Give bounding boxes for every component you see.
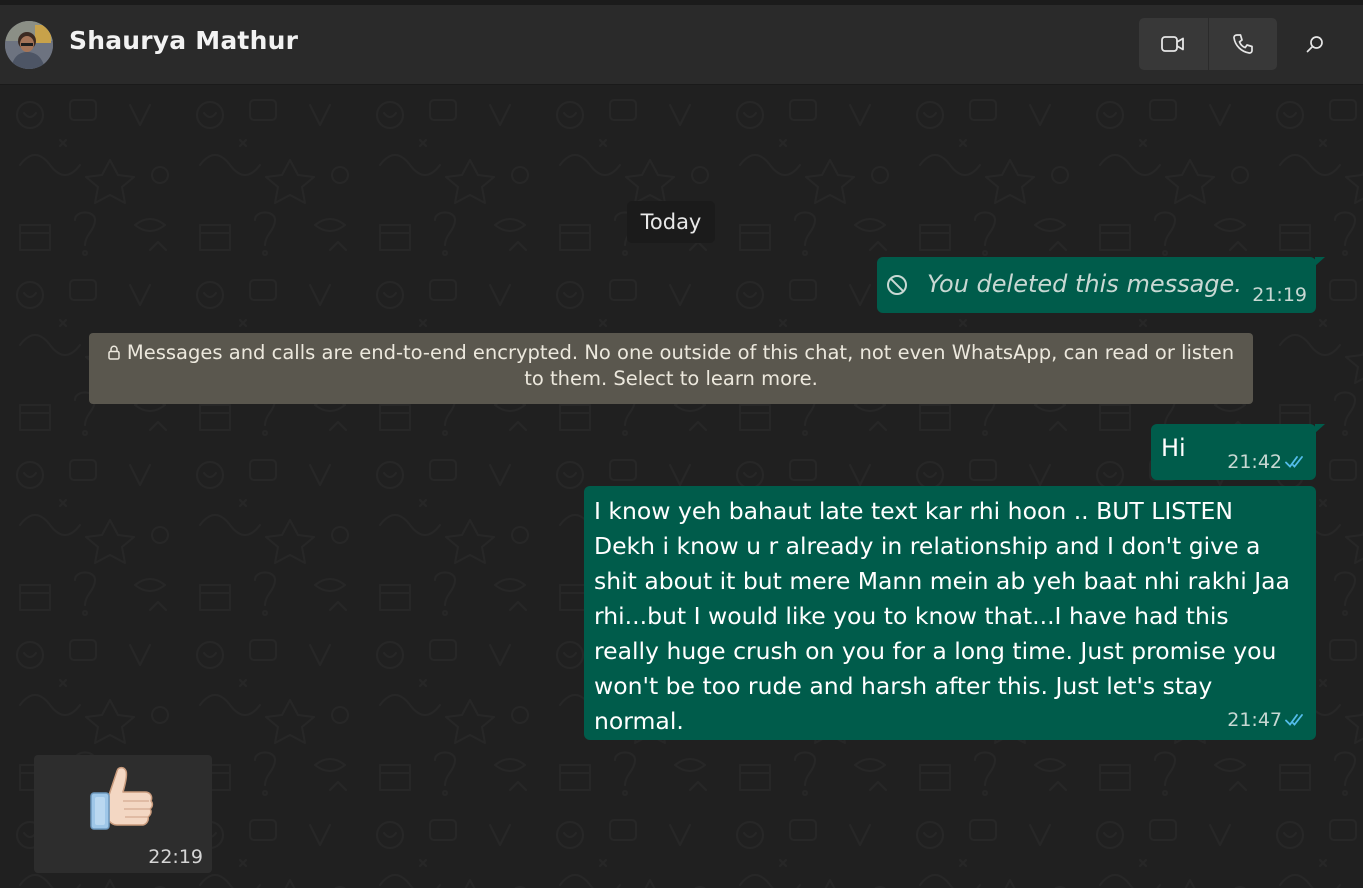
avatar[interactable] <box>5 21 53 69</box>
incoming-emoji-bubble[interactable]: 22:19 <box>34 755 212 873</box>
deleted-message-text: You deleted this message. <box>927 270 1242 298</box>
video-camera-icon <box>1161 36 1185 52</box>
deleted-message-bubble[interactable]: You deleted this message. 21:19 <box>877 257 1325 313</box>
search-button[interactable] <box>1296 27 1334 61</box>
message-time: 22:19 <box>148 846 203 868</box>
video-call-button[interactable] <box>1139 18 1208 70</box>
double-check-icon <box>1285 714 1303 726</box>
message-bubble-hi[interactable]: Hi 21:42 <box>1151 424 1325 480</box>
chat-header: Shaurya Mathur <box>0 5 1363 85</box>
message-time: 21:19 <box>1252 284 1307 306</box>
double-check-icon <box>1285 456 1303 468</box>
contact-name[interactable]: Shaurya Mathur <box>69 26 298 55</box>
lock-icon <box>108 345 120 360</box>
message-text: Hi <box>1161 434 1186 462</box>
message-bubble-long[interactable]: I know yeh bahaut late text kar rhi hoon… <box>584 486 1316 740</box>
voice-call-button[interactable] <box>1207 18 1278 70</box>
ban-icon <box>887 275 907 295</box>
chat-area[interactable]: Today You deleted this message. 21:19 Me… <box>0 85 1363 888</box>
message-time: 21:47 <box>1227 709 1282 731</box>
encryption-notice-text: Messages and calls are end-to-end encryp… <box>126 341 1235 390</box>
whatsapp-window: Shaurya Mathur Today You deleted this me… <box>0 0 1363 888</box>
encryption-notice[interactable]: Messages and calls are end-to-end encryp… <box>89 333 1253 404</box>
thumbs-up-emoji-icon <box>90 766 154 830</box>
message-text: I know yeh bahaut late text kar rhi hoon… <box>594 497 1290 735</box>
phone-icon <box>1232 34 1253 54</box>
date-separator: Today <box>627 201 715 243</box>
message-time: 21:42 <box>1227 451 1282 473</box>
call-buttons-group <box>1139 18 1277 70</box>
search-icon <box>1306 36 1323 53</box>
